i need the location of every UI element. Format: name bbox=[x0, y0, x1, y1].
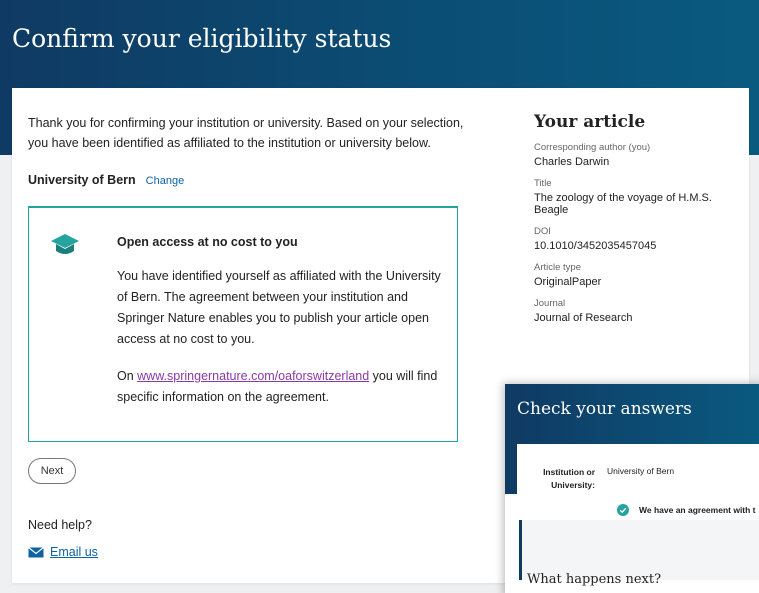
field-label: Corresponding author (you) bbox=[534, 142, 651, 153]
field-title: Title The zoology of the voyage of H.M.S… bbox=[534, 178, 744, 216]
help-label: Need help? bbox=[28, 518, 92, 532]
institution-name: University of Bern bbox=[28, 173, 136, 187]
agreement-notice-line1: We have an agreement with t bbox=[639, 505, 756, 515]
institution-value: University of Bern bbox=[607, 466, 675, 476]
article-heading: Your article bbox=[534, 112, 646, 132]
open-access-title: Open access at no cost to you bbox=[117, 235, 298, 249]
field-value: OriginalPaper bbox=[534, 276, 602, 288]
intro-text: Thank you for confirming your institutio… bbox=[28, 116, 464, 150]
field-label: DOI bbox=[534, 226, 551, 237]
change-institution-link[interactable]: Change bbox=[146, 175, 185, 187]
email-us-label[interactable]: Email us bbox=[50, 545, 98, 559]
field-value: Journal of Research bbox=[534, 312, 633, 324]
check-answers-preview: Check your answers Institution or Univer… bbox=[505, 384, 759, 593]
mail-icon bbox=[28, 546, 44, 557]
institution-label: Institution or University: bbox=[543, 467, 595, 490]
field-article-type: Article type OriginalPaper bbox=[534, 262, 744, 288]
field-value: 10.1010/3452035457045 bbox=[534, 240, 657, 252]
field-doi: DOI 10.1010/3452035457045 bbox=[534, 226, 744, 252]
field-label: Article type bbox=[534, 262, 581, 273]
field-value: Charles Darwin bbox=[534, 156, 610, 168]
agreement-link[interactable]: www.springernature.com/oaforswitzerland bbox=[137, 369, 369, 383]
what-happens-next-box bbox=[519, 520, 759, 580]
page-title: Confirm your eligibility status bbox=[12, 24, 392, 53]
email-us-link[interactable]: Email us bbox=[28, 545, 98, 559]
field-label: Journal bbox=[534, 298, 566, 309]
field-journal: Journal Journal of Research bbox=[534, 298, 744, 324]
institution-row: University of Bern Change bbox=[28, 173, 184, 187]
open-access-box: Open access at no cost to you You have i… bbox=[28, 206, 458, 442]
agreement-info: On www.springernature.com/oaforswitzerla… bbox=[117, 366, 442, 408]
field-author: Corresponding author (you) Charles Darwi… bbox=[534, 142, 744, 168]
next-button[interactable]: Next bbox=[28, 458, 76, 484]
graduation-cap-icon bbox=[51, 234, 79, 254]
open-access-description: You have identified yourself as affiliat… bbox=[117, 269, 441, 346]
agreement-info-prefix: On bbox=[117, 369, 138, 383]
check-circle-icon bbox=[617, 504, 629, 516]
field-value: The zoology of the voyage of H.M.S. Beag… bbox=[534, 192, 712, 216]
what-happens-next-heading: What happens next? bbox=[527, 572, 662, 587]
field-label: Title bbox=[534, 178, 552, 189]
check-answers-title: Check your answers bbox=[517, 399, 692, 419]
article-summary: Your article Corresponding author (you) … bbox=[534, 112, 744, 324]
